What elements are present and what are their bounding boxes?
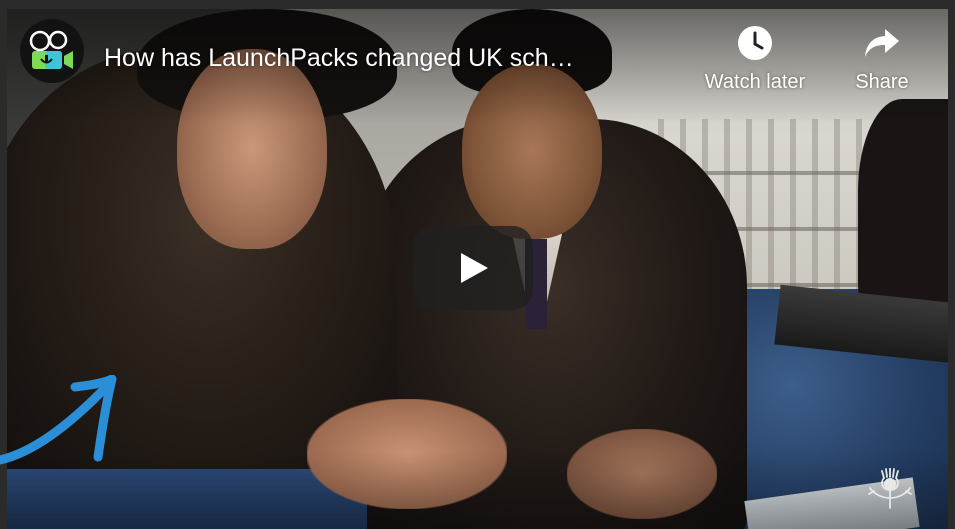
clock-icon	[738, 26, 772, 60]
watch-later-label: Watch later	[704, 71, 806, 93]
share-label: Share	[855, 71, 909, 93]
share-button[interactable]: Share	[842, 25, 922, 94]
channel-avatar[interactable]	[20, 19, 84, 83]
play-icon	[461, 253, 488, 283]
thistle-logo-icon	[868, 468, 912, 509]
play-button[interactable]	[413, 226, 533, 310]
share-arrow-icon	[865, 29, 899, 57]
arrow-annotation-icon	[0, 375, 117, 465]
watch-later-button[interactable]: Watch later	[690, 25, 820, 94]
video-title[interactable]: How has LaunchPacks changed UK sch…	[104, 43, 664, 73]
video-camera-icon	[29, 30, 73, 69]
